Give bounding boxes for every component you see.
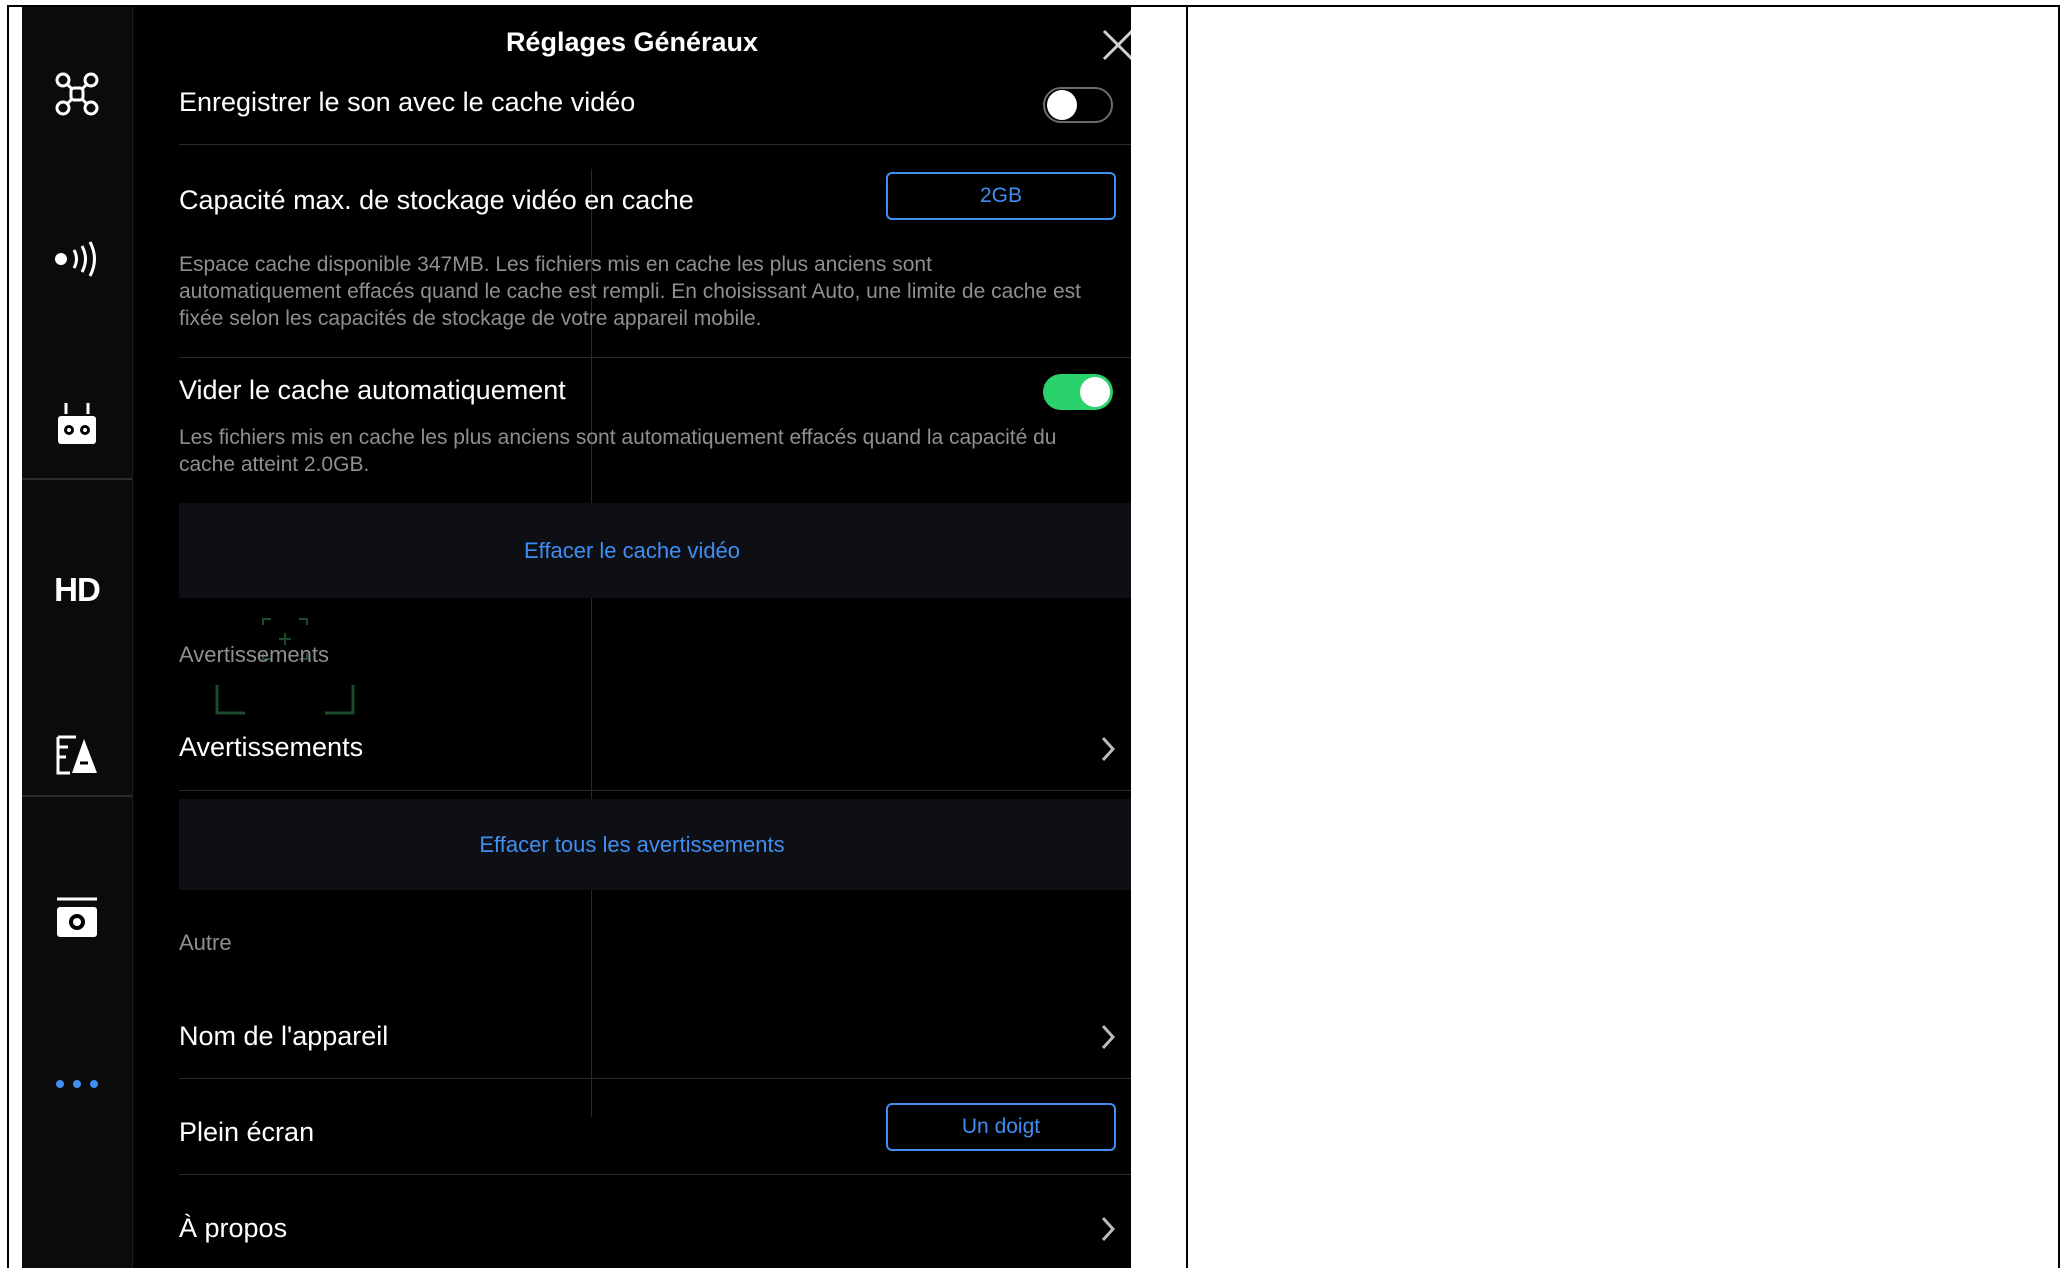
hd-icon: HD bbox=[54, 571, 101, 608]
settings-content: AF Réglages Généraux Enregistrer le son … bbox=[133, 7, 1131, 1268]
page-title: Réglages Généraux bbox=[505, 27, 759, 57]
sidebar-item-aircraft[interactable] bbox=[40, 57, 114, 131]
other-section-header: Autre bbox=[179, 930, 232, 955]
gimbal-camera-icon bbox=[57, 897, 97, 937]
clear-warnings-button[interactable]: Effacer tous les avertissements bbox=[133, 832, 1131, 858]
chevron-right-icon[interactable] bbox=[1098, 1023, 1118, 1051]
max-cache-select[interactable]: 2GB bbox=[886, 172, 1116, 220]
record-audio-label: Enregistrer le son avec le cache vidéo bbox=[179, 87, 636, 117]
sidebar-item-hd[interactable]: HD bbox=[40, 553, 114, 627]
row-separator bbox=[179, 1078, 1131, 1079]
max-cache-description: Espace cache disponible 347MB. Les fichi… bbox=[179, 253, 1081, 330]
max-cache-label: Capacité max. de stockage vidéo en cache bbox=[179, 185, 694, 215]
frame-border-left bbox=[7, 5, 9, 1268]
clear-cache-button[interactable]: Effacer le cache vidéo bbox=[133, 538, 1131, 564]
sidebar-item-remote[interactable] bbox=[40, 387, 114, 461]
toggle-knob bbox=[1047, 90, 1077, 120]
fullscreen-select[interactable]: Un doigt bbox=[886, 1103, 1116, 1151]
auto-clear-label: Vider le cache automatiquement bbox=[179, 375, 566, 405]
chevron-right-icon[interactable] bbox=[1098, 735, 1118, 763]
more-icon bbox=[56, 1080, 98, 1088]
auto-clear-toggle[interactable] bbox=[1043, 374, 1113, 410]
warnings-section-header: Avertissements bbox=[179, 642, 329, 667]
row-separator bbox=[179, 357, 1131, 358]
chevron-right-icon[interactable] bbox=[1098, 1215, 1118, 1243]
frame-border-right bbox=[2058, 5, 2060, 1268]
about-label[interactable]: À propos bbox=[179, 1213, 287, 1244]
settings-panel: HD AF bbox=[22, 7, 1131, 1268]
row-separator bbox=[179, 790, 1131, 791]
record-audio-toggle[interactable] bbox=[1043, 87, 1113, 123]
sidebar-item-gimbal[interactable] bbox=[40, 881, 114, 955]
sidebar-item-transmission[interactable] bbox=[40, 222, 114, 296]
device-name-label[interactable]: Nom de l'appareil bbox=[179, 1021, 388, 1052]
sidebar-item-more[interactable] bbox=[40, 1047, 114, 1121]
warnings-item-label[interactable]: Avertissements bbox=[179, 732, 363, 763]
close-icon[interactable] bbox=[1098, 25, 1131, 65]
frame-divider bbox=[1186, 5, 1188, 1268]
signal-icon bbox=[55, 241, 96, 277]
sidebar: HD bbox=[22, 7, 133, 1268]
camera-settings-icon bbox=[56, 735, 97, 775]
row-separator bbox=[179, 144, 1131, 145]
remote-controller-icon bbox=[58, 403, 96, 444]
sidebar-separator bbox=[22, 478, 132, 480]
row-separator bbox=[179, 1174, 1131, 1175]
sidebar-separator bbox=[22, 795, 132, 797]
auto-clear-description: Les fichiers mis en cache les plus ancie… bbox=[179, 426, 1057, 476]
drone-icon bbox=[55, 72, 99, 116]
fullscreen-label: Plein écran bbox=[179, 1117, 315, 1147]
toggle-knob bbox=[1080, 377, 1110, 407]
sidebar-item-camera-settings[interactable] bbox=[40, 717, 114, 791]
